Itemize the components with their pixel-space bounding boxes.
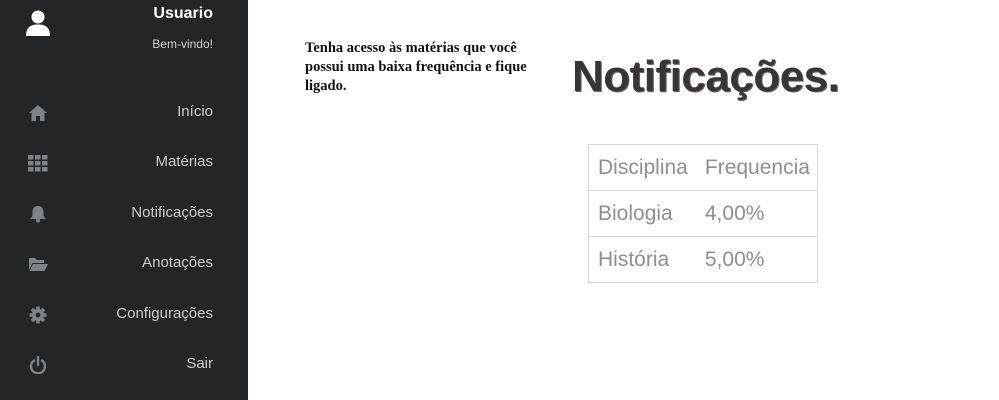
sidebar-item-materias[interactable]: Matérias [0,143,248,183]
gear-icon [29,306,47,324]
user-icon [26,10,50,36]
table-row: História 5,00% [589,237,818,283]
grid-icon [28,155,48,172]
column-header: Frequencia [695,144,818,191]
table-cell: 5,00% [704,247,765,271]
table-header-row: Disciplina Frequencia [588,144,818,191]
folder-open-icon [29,258,48,271]
bell-icon [30,206,46,223]
sidebar-item-label: Matérias [155,153,213,170]
sidebar-item-label: Configurações [116,305,213,322]
table-row: Biologia 4,00% [588,190,818,237]
table-cell: 4,00% [695,190,818,237]
sidebar-item-sair[interactable]: Sair [0,345,248,385]
intro-text: Tenha acesso às matérias que você possui… [305,40,527,94]
sidebar-item-inicio[interactable]: Início [0,93,248,133]
sidebar-item-label: Anotações [142,254,213,271]
column-header: Disciplina [588,144,696,191]
sidebar-item-label: Início [177,103,213,120]
power-icon [29,356,47,374]
home-icon [29,105,47,121]
sidebar: Usuario Bem-vindo! Início Matérias Notif… [0,0,248,400]
sidebar-item-notificacoes[interactable]: Notificações [0,194,248,234]
table-cell: Biologia [588,190,696,237]
page-title: Notificações. [572,52,840,101]
welcome-text: Bem-vindo! [152,37,213,51]
frequency-table: Disciplina Frequencia Biologia 4,00% His… [588,144,818,283]
sidebar-item-configuracoes[interactable]: Configurações [0,295,248,335]
table-cell: História [598,247,670,271]
sidebar-item-label: Notificações [131,204,213,221]
sidebar-item-label: Sair [186,355,213,372]
sidebar-item-anotacoes[interactable]: Anotações [0,244,248,284]
user-name: Usuario [153,5,213,22]
